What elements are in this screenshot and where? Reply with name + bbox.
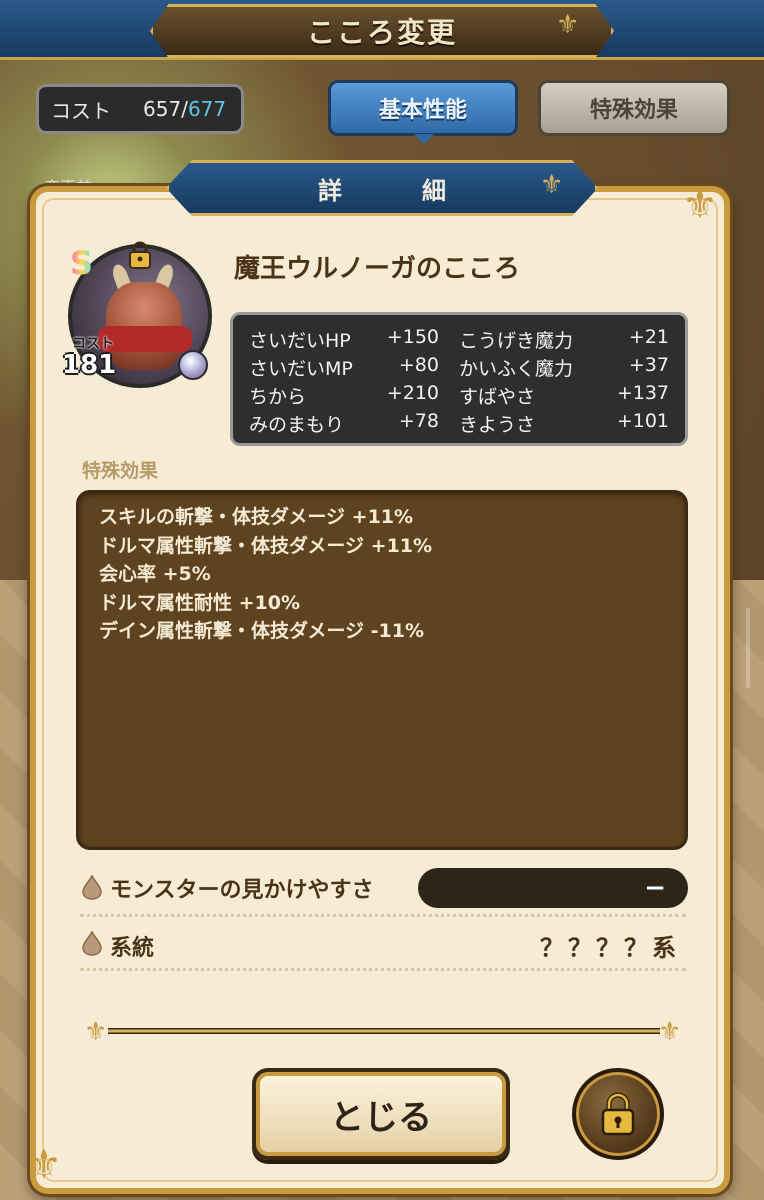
drop-icon [82, 930, 102, 956]
ornamental-divider: ⚜ ⚜ [84, 1017, 681, 1046]
cost-label: コスト [51, 98, 111, 123]
stats-row: みのまもり +78 きようさ +101 [249, 409, 669, 437]
cost-current: 657 [143, 97, 182, 121]
stat-heal-magic: かいふく魔力 +37 [459, 353, 669, 380]
stats-panel: さいだいHP +150 こうげき魔力 +21 さいだいMP +80 かいふく魔力… [230, 312, 688, 446]
stat-max-mp: さいだいMP +80 [249, 353, 439, 380]
list-item: ドルマ属性斬撃・体技ダメージ +11% [99, 534, 433, 557]
list-item: ドルマ属性耐性 +10% [99, 591, 301, 614]
visibility-label: モンスターの見かけやすさ [110, 878, 374, 903]
stat-strength: ちから +210 [249, 381, 439, 408]
cost-max: 677 [187, 97, 227, 121]
list-item: デイン属性斬撃・体技ダメージ -11% [99, 620, 425, 643]
stat-dexterity: きようさ +101 [459, 409, 669, 436]
dialog-title: 詳 細 [318, 176, 474, 205]
monster-cost-value: 181 [62, 350, 117, 380]
scrollbar[interactable] [746, 608, 750, 688]
lineage-value: ？？？？系 [540, 934, 680, 962]
dialog-title-plate: 詳 細 [166, 160, 598, 216]
cost-display: コスト 657/677 [36, 84, 244, 134]
tab-special-effects[interactable]: 特殊効果 [538, 80, 730, 136]
corner-ornament-icon: ⚜ [26, 1142, 62, 1188]
close-button[interactable]: とじる [252, 1068, 510, 1160]
screen-title-plate: こころ変更 [150, 4, 614, 58]
tab-basic-stats[interactable]: 基本性能 [328, 80, 518, 136]
tab-pointer [414, 134, 434, 144]
dotted-divider [80, 968, 686, 971]
orb-icon [178, 350, 208, 380]
fleur-icon: ⚜ [556, 10, 580, 40]
svg-text:⚜: ⚜ [658, 1017, 681, 1046]
monster-name: 魔王ウルノーガのこころ [234, 254, 521, 284]
corner-ornament-icon: ⚜ [682, 182, 718, 228]
stats-row: さいだいMP +80 かいふく魔力 +37 [249, 353, 669, 381]
rank-badge: S [70, 244, 94, 282]
visibility-value: − [418, 868, 688, 908]
stat-agility: すばやさ +137 [459, 381, 669, 408]
drop-icon [82, 874, 102, 900]
list-item: 会心率 +5% [99, 563, 211, 586]
dotted-divider [80, 914, 686, 917]
fleur-icon: ⚜ [540, 170, 564, 200]
special-effects-list[interactable]: スキルの斬撃・体技ダメージ +11% ドルマ属性斬撃・体技ダメージ +11% 会… [76, 490, 688, 850]
stats-row: ちから +210 すばやさ +137 [249, 381, 669, 409]
lock-icon [601, 1092, 635, 1136]
lock-icon [129, 241, 151, 269]
list-item: スキルの斬撃・体技ダメージ +11% [99, 506, 414, 528]
lineage-label: 系統 [110, 936, 155, 961]
cost-slash: / [181, 97, 188, 121]
stat-defense: みのまもり +78 [249, 409, 439, 436]
stat-max-hp: さいだいHP +150 [249, 325, 439, 352]
lock-button[interactable] [572, 1068, 664, 1160]
screen-title: こころ変更 [306, 16, 457, 49]
stat-attack-magic: こうげき魔力 +21 [459, 325, 669, 352]
svg-text:⚜: ⚜ [84, 1017, 107, 1046]
special-effects-heading: 特殊効果 [82, 460, 159, 482]
stats-row: さいだいHP +150 こうげき魔力 +21 [249, 325, 669, 353]
